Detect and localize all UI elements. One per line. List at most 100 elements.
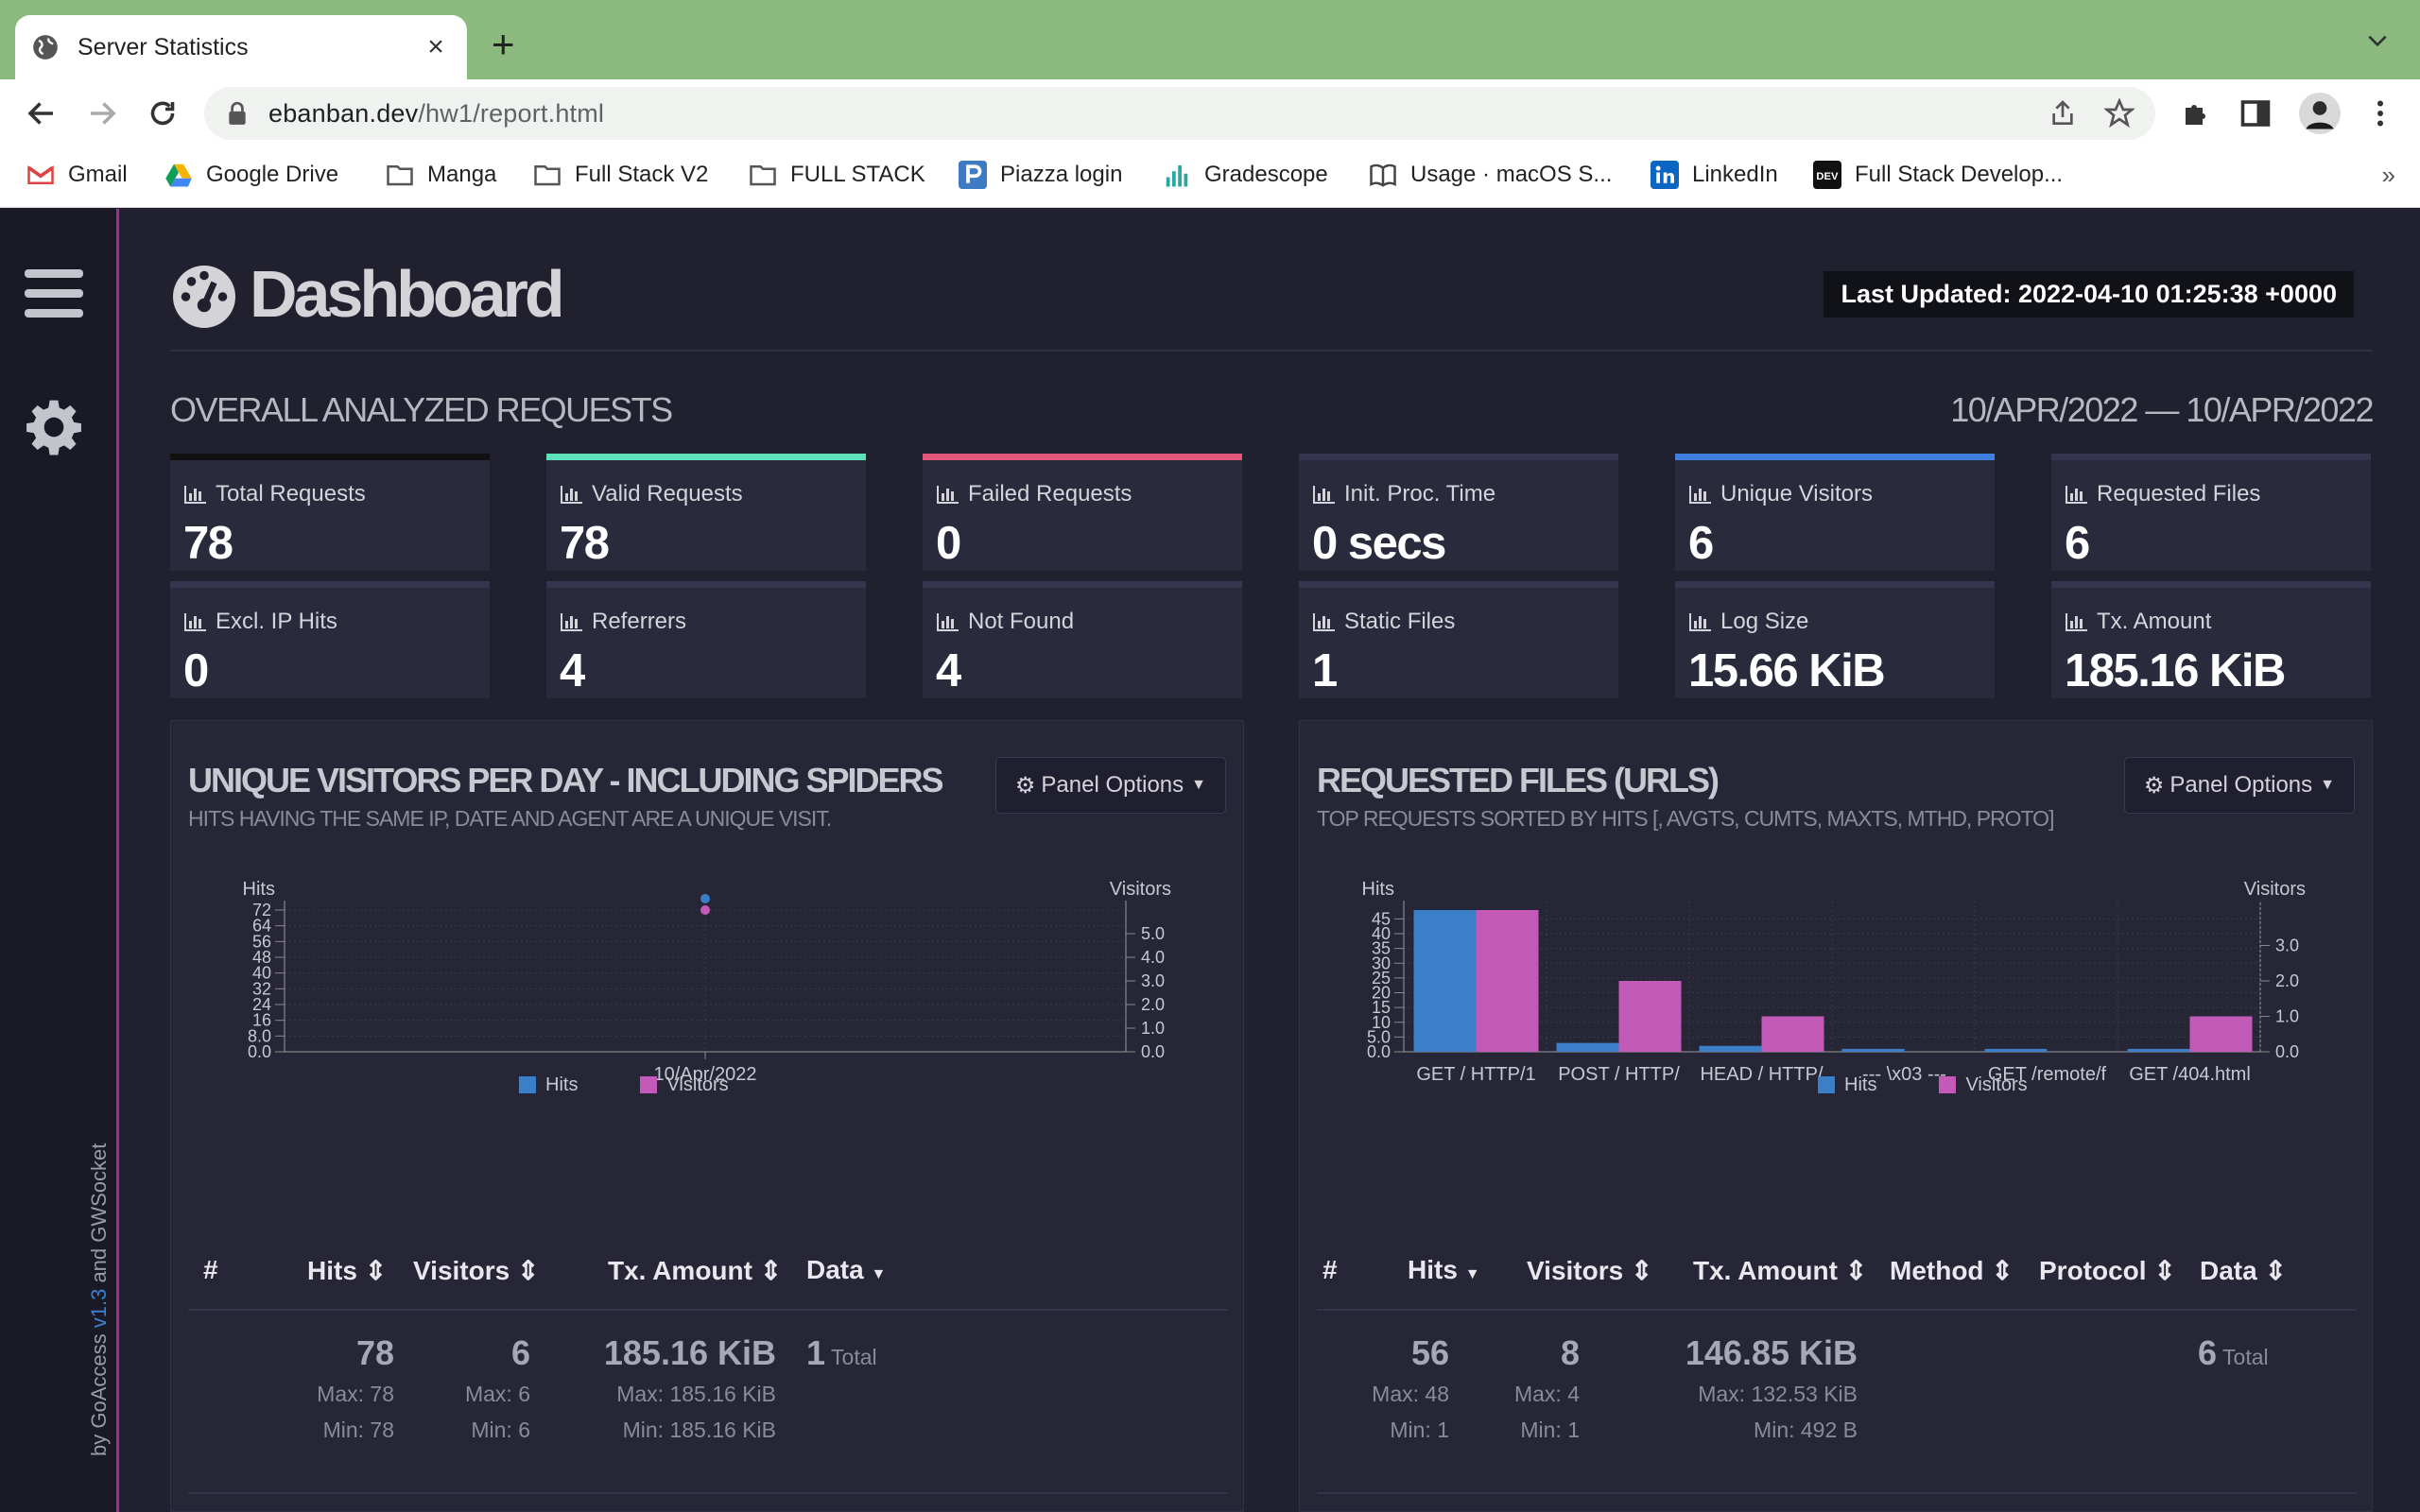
report-page: by GoAccess v1.3 and GWSocket Dashboard …	[0, 209, 2420, 1512]
bookmark-usage-macos[interactable]: Usage · macOS S...	[1369, 161, 1612, 189]
visitors-chart: Hits Visitors0.08.016243240485664720.01.0…	[243, 879, 1171, 1080]
stat-label: Static Files	[1312, 609, 1455, 635]
bookmark-dev-full-stack[interactable]: DEV Full Stack Develop...	[1813, 161, 2063, 189]
column-header-hits[interactable]: Hits ⇕	[307, 1255, 387, 1286]
sort-icon: ⇕	[516, 1256, 540, 1285]
settings-gear-icon[interactable]	[25, 398, 83, 456]
legend-item-hits[interactable]: Hits	[519, 1074, 578, 1096]
bookmark-piazza[interactable]: Piazza login	[959, 161, 1122, 189]
bookmark-google-drive[interactable]: Google Drive	[164, 161, 338, 189]
side-panel-icon[interactable]	[2238, 96, 2273, 130]
url-text[interactable]: ebanban.dev/hw1/report.html	[268, 99, 604, 129]
bar-hits	[1413, 910, 1477, 1052]
stat-label: Not Found	[936, 609, 1074, 635]
sort-icon: ⇕	[1630, 1256, 1653, 1285]
bar-chart-icon	[184, 613, 206, 631]
stat-label: Tx. Amount	[2065, 609, 2211, 635]
forward-arrow-icon[interactable]	[85, 96, 119, 130]
y2-tick-label: 1.0	[1141, 1019, 1165, 1038]
column-header-visitors[interactable]: Visitors ⇕	[1527, 1255, 1652, 1286]
y2-tick-label: 0.0	[1141, 1042, 1165, 1061]
folder-icon	[387, 165, 413, 186]
legend-item-visitors[interactable]: Visitors	[640, 1074, 729, 1096]
bar-chart-icon	[1689, 486, 1711, 504]
column-header-hits[interactable]: Hits ▼	[1408, 1255, 1480, 1285]
stat-card-not-found: Not Found 4	[923, 581, 1242, 698]
data-point-hits	[700, 894, 710, 903]
linkedin-icon	[1651, 161, 1679, 189]
share-icon[interactable]	[2048, 98, 2078, 129]
date-range: 10/APR/2022 — 10/APR/2022	[1950, 390, 2374, 429]
bar-hits	[1984, 1048, 2048, 1052]
column-header-visitors[interactable]: Visitors ⇕	[413, 1255, 539, 1286]
bookmark-gmail[interactable]: Gmail	[26, 161, 128, 189]
bar-hits	[1699, 1045, 1762, 1052]
column-header-method[interactable]: Method ⇕	[1890, 1255, 2014, 1286]
back-arrow-icon[interactable]	[25, 96, 59, 130]
hamburger-menu-icon[interactable]	[25, 269, 83, 318]
browser-tab[interactable]: Server Statistics ×	[15, 15, 467, 79]
sidebar: by GoAccess v1.3 and GWSocket	[0, 209, 119, 1512]
stat-value: 4	[560, 645, 585, 696]
profile-avatar[interactable]	[2299, 93, 2341, 134]
visitors-panel: UNIQUE VISITORS PER DAY - INCLUDING SPID…	[170, 720, 1244, 1512]
kebab-menu-icon[interactable]	[2363, 96, 2397, 130]
stat-value: 6	[2065, 518, 2090, 569]
column-header-tx-amount[interactable]: Tx. Amount ⇕	[608, 1255, 782, 1286]
close-tab-icon[interactable]: ×	[422, 31, 450, 63]
sort-icon: ⇕	[759, 1256, 783, 1285]
dev-icon: DEV	[1813, 161, 1841, 189]
legend-item-visitors[interactable]: Visitors	[1939, 1074, 2028, 1096]
y2-tick-label: 1.0	[2275, 1007, 2299, 1026]
stat-value: 0 secs	[1312, 518, 1446, 569]
google-drive-icon	[165, 163, 192, 187]
bookmark-folder-manga[interactable]: Manga	[386, 161, 496, 189]
new-tab-button[interactable]: +	[492, 25, 515, 64]
panel-options-button[interactable]: ⚙ Panel Options ▼	[994, 757, 1226, 814]
bar-chart-icon	[561, 486, 582, 504]
bookmark-folder-full-stack[interactable]: FULL STACK	[749, 161, 925, 189]
bar-chart-icon	[2066, 613, 2087, 631]
stat-value: 0	[183, 645, 209, 696]
panel-options-label: Panel Options	[2169, 772, 2313, 798]
bar-chart-icon	[1689, 613, 1711, 631]
y2-tick-label: 3.0	[2275, 936, 2299, 955]
lock-icon[interactable]	[227, 101, 248, 126]
y2-axis-label: Visitors	[2244, 879, 2306, 900]
folder-icon	[534, 165, 561, 186]
cog-icon: ⚙	[2143, 772, 2165, 799]
y2-tick-label: 5.0	[1141, 924, 1165, 943]
y2-tick-label: 0.0	[2275, 1042, 2299, 1061]
x-tick-label: GET / HTTP/1	[1416, 1064, 1535, 1080]
summary-visitors: 6 Max: 6 Min: 6	[464, 1333, 530, 1442]
column-header-tx-amount[interactable]: Tx. Amount ⇕	[1693, 1255, 1867, 1286]
bookmark-folder-full-stack-v2[interactable]: Full Stack V2	[533, 161, 708, 189]
stat-label: Unique Visitors	[1688, 481, 1873, 507]
sort-icon: ⇕	[1991, 1256, 2014, 1285]
address-bar[interactable]: ebanban.dev/hw1/report.html	[204, 87, 2155, 140]
goaccess-version-link[interactable]: v1.3	[87, 1289, 111, 1329]
reload-icon[interactable]	[146, 96, 180, 130]
column-header-data[interactable]: Data ⇕	[2200, 1255, 2287, 1286]
bookmark-star-icon[interactable]	[2104, 98, 2135, 129]
summary-tx-amount: 185.16 KiB Max: 185.16 KiB Min: 185.16 KiB	[603, 1333, 776, 1442]
extensions-icon[interactable]	[2180, 96, 2214, 130]
bookmark-gradescope[interactable]: Gradescope	[1163, 161, 1328, 189]
legend-item-hits[interactable]: Hits	[1818, 1074, 1876, 1096]
column-header-protocol[interactable]: Protocol ⇕	[2039, 1255, 2176, 1286]
cog-icon: ⚙	[1014, 772, 1036, 799]
panel-options-button[interactable]: ⚙ Panel Options ▼	[2123, 757, 2355, 814]
bookmarks-overflow-chevron[interactable]: »	[2382, 161, 2395, 190]
stat-card-excl-ip-hits: Excl. IP Hits 0	[170, 581, 490, 698]
chevron-down-icon[interactable]	[2365, 28, 2390, 53]
panel-title: UNIQUE VISITORS PER DAY - INCLUDING SPID…	[188, 761, 943, 799]
column-header-index: #	[1322, 1255, 1338, 1284]
data-point-visitors	[700, 905, 710, 915]
sort-icon: ⇕	[2264, 1256, 2287, 1285]
stat-label: Referrers	[560, 609, 686, 635]
requested-files-panel: REQUESTED FILES (URLS) TOP REQUESTS SORT…	[1299, 720, 2373, 1512]
panel-title: REQUESTED FILES (URLS)	[1317, 761, 1720, 799]
bookmark-linkedin[interactable]: LinkedIn	[1651, 161, 1778, 189]
y-axis-label: Hits	[243, 879, 275, 900]
column-header-data[interactable]: Data ▼	[806, 1255, 886, 1285]
